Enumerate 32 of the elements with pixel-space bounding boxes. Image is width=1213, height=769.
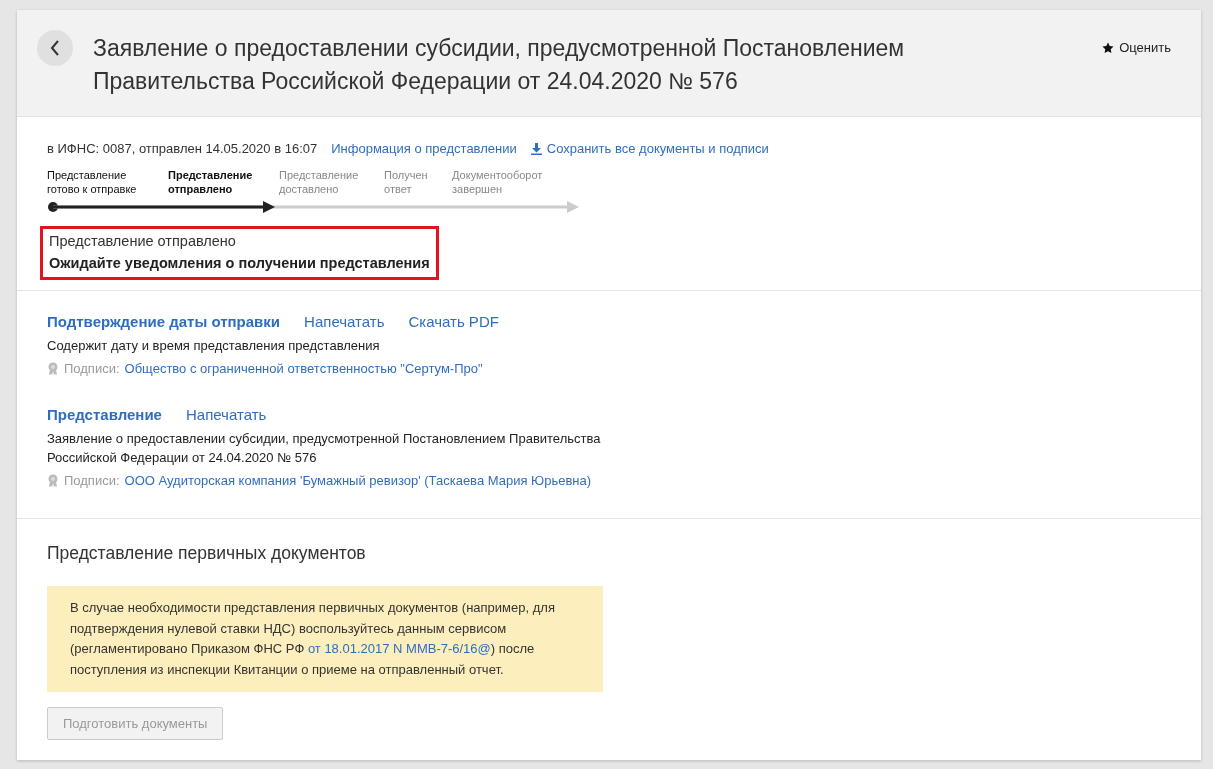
- back-icon: [50, 40, 60, 56]
- document-description: Заявление о предоставлении субсидии, предусмотренной Постановлением Правительства Российской Федерации от 24.04.2020 № 576: [47, 430, 602, 467]
- document-action-link[interactable]: Напечатать: [304, 313, 385, 330]
- step-label: Представление готово к отправке: [47, 168, 138, 196]
- download-icon: [530, 142, 542, 155]
- step-label: Представление доставлено: [279, 168, 360, 196]
- notice-text: В случае необходимости представления первичных документов (например, для подтверждения нулевой ставки НДС) воспользуйтесь данным сервисом (регламентировано Приказом ФНС РФ от 18.01.2017 N ММВ-7-6/16@) после поступления из инспекции Квитанции о приеме на отправленный отчет.: [47, 586, 603, 692]
- signatures-label: Подписи:: [64, 361, 120, 376]
- document-action-link[interactable]: Напечатать: [185, 406, 267, 423]
- info-link[interactable]: Информация о представлении: [331, 141, 517, 156]
- section-title: Представление первичных документов: [47, 543, 367, 564]
- step-label: Получен ответ: [384, 168, 429, 196]
- status-message: Ожидайте уведомления о получении представления: [49, 255, 430, 271]
- document-description: Содержит дату и время представления представления: [47, 337, 381, 355]
- save-all-link[interactable]: Сохранить все документы и подписи: [530, 141, 769, 156]
- document-action-link[interactable]: Скачать PDF: [408, 313, 499, 330]
- signer-link[interactable]: ООО Аудиторская компания 'Бумажный ревизор' (Таскаева Мария Юрьевна): [124, 473, 592, 488]
- document-title-link[interactable]: Подтверждение даты отправки: [47, 313, 281, 330]
- page-title: Заявление о предоставлении субсидии, предусмотренной Постановлением Правительства Российской Федерации от 24.04.2020 № 576: [93, 34, 906, 96]
- status-title: Представление отправлено: [49, 233, 237, 249]
- back-button[interactable]: [37, 30, 73, 66]
- document-title-link[interactable]: Представление: [47, 406, 162, 423]
- order-link[interactable]: от 18.01.2017 N ММВ-7-6/16@: [307, 639, 491, 660]
- signatures-label: Подписи:: [64, 473, 120, 488]
- medal-icon: [47, 473, 59, 488]
- step-label: Представление отправлено: [168, 168, 254, 196]
- submission-info: в ИФНС: 0087, отправлен 14.05.2020 в 16:07: [47, 141, 318, 156]
- signer-link[interactable]: Общество с ограниченной ответственностью "Сертум-Про": [124, 361, 483, 376]
- rate-button[interactable]: Оценить: [1102, 40, 1171, 55]
- step-label: Документооборот завершен: [452, 168, 544, 196]
- medal-icon: [47, 361, 59, 376]
- star-icon: [1102, 41, 1115, 54]
